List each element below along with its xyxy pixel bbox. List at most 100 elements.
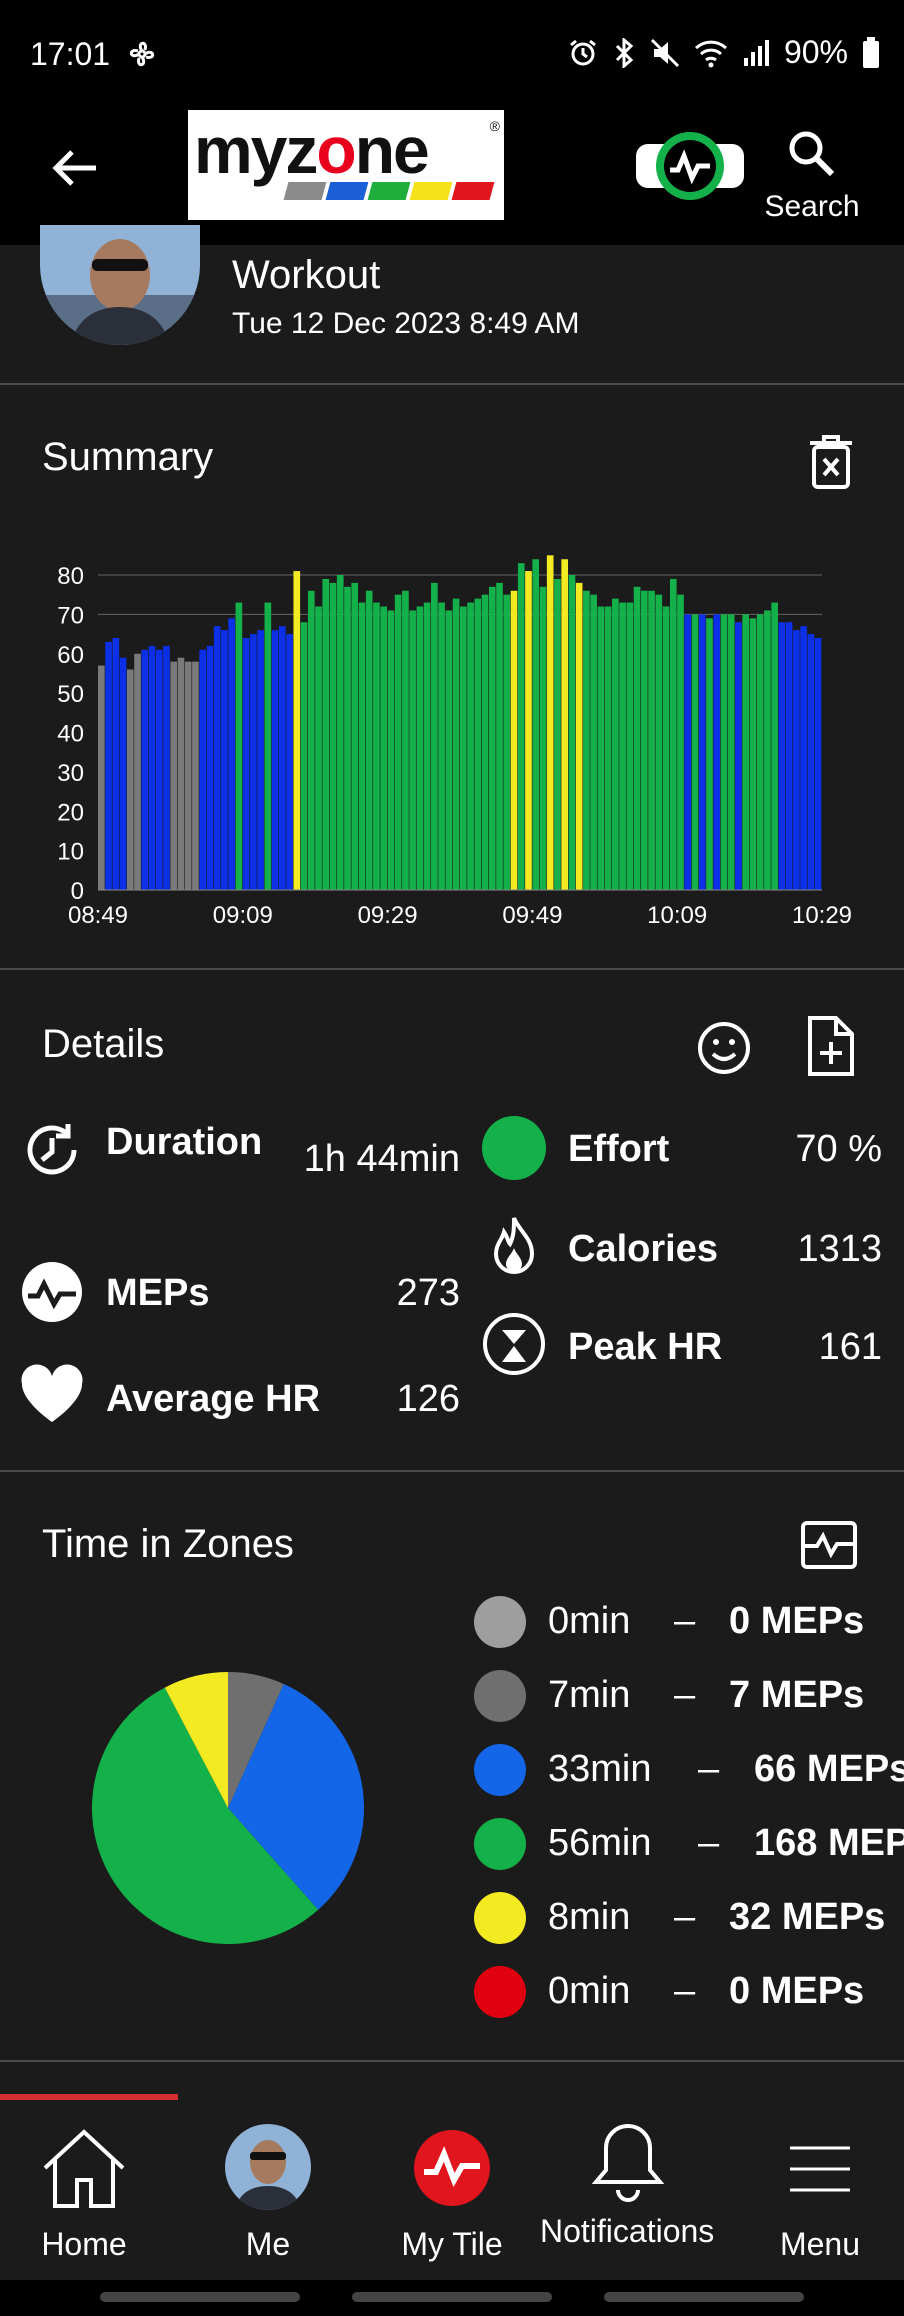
fan-icon	[129, 41, 155, 67]
details-section: Details Duration 1h 44min MEPs 273 Avera…	[0, 970, 904, 1472]
nav-pill	[352, 2292, 552, 2302]
hr-bar	[590, 594, 597, 890]
hr-bar	[691, 614, 699, 891]
hr-bar	[807, 634, 815, 890]
hr-bar	[720, 614, 728, 891]
calories-value: 1313	[797, 1228, 882, 1270]
hr-bar	[293, 571, 301, 890]
home-icon	[43, 2129, 125, 2208]
hr-bar	[641, 590, 648, 890]
user-avatar[interactable]	[40, 225, 200, 345]
zone-dot	[474, 1670, 526, 1722]
hr-bar	[662, 606, 670, 890]
stat-average-hr: Average HR 126	[20, 1364, 460, 1434]
hr-bar	[764, 610, 771, 890]
tab-me-label: Me	[245, 2226, 291, 2262]
hr-bar	[286, 634, 293, 890]
nav-pill	[100, 2292, 300, 2302]
zone-meps: 66 MEPs	[754, 1748, 904, 1790]
zone-time: 8min	[548, 1896, 631, 1938]
zone-dot	[474, 1892, 526, 1944]
smiley-icon[interactable]	[694, 1016, 754, 1080]
x-tick-label: 10:09	[647, 902, 707, 925]
zone-time: 7min	[548, 1674, 631, 1716]
hr-bar	[561, 559, 568, 890]
hamburger-menu-icon	[790, 2146, 850, 2192]
battery-icon	[863, 36, 879, 68]
zone-chart-toggle-icon[interactable]	[800, 1520, 858, 1570]
bell-icon	[591, 2123, 665, 2202]
hr-bar	[785, 622, 793, 890]
hr-bar	[510, 590, 518, 890]
hr-bar	[749, 618, 757, 890]
y-tick-label: 20	[57, 799, 84, 826]
hr-bar	[800, 626, 807, 890]
wifi-icon	[694, 40, 727, 67]
effort-value: 70 %	[795, 1128, 882, 1170]
tab-notifications[interactable]: Notifications	[540, 2120, 716, 2290]
hr-bar	[271, 630, 279, 891]
status-icons: 90%	[568, 34, 880, 71]
hr-bar	[597, 606, 605, 890]
y-tick-label: 40	[57, 721, 84, 748]
y-tick-label: 30	[57, 760, 84, 787]
tab-my-tile[interactable]: My Tile	[382, 2120, 522, 2270]
hr-bar	[438, 602, 445, 890]
avatar-photo	[40, 225, 200, 345]
tab-menu[interactable]: Menu	[750, 2120, 890, 2270]
peak-hr-icon	[483, 1313, 545, 1375]
tab-me[interactable]: Me	[198, 2120, 338, 2270]
hr-bar	[698, 614, 706, 891]
hr-bar	[221, 630, 228, 891]
stat-peak-hr: Peak HR 161	[482, 1312, 882, 1382]
tab-home[interactable]: Home	[14, 2120, 154, 2270]
hr-bar	[496, 582, 503, 891]
x-tick-label: 10:29	[792, 902, 852, 925]
zone-time: 56min	[548, 1822, 652, 1864]
hr-bar	[279, 626, 286, 890]
zone-meps: 168 MEPs	[754, 1822, 904, 1864]
workout-header: Workout Tue 12 Dec 2023 8:49 AM	[0, 225, 904, 385]
back-arrow-icon[interactable]	[48, 140, 104, 196]
hr-bar	[481, 594, 489, 890]
delete-icon[interactable]	[806, 433, 856, 489]
hr-bar	[532, 559, 540, 890]
peak-hr-value: 161	[818, 1326, 882, 1368]
tab-menu-label: Menu	[779, 2226, 861, 2262]
hr-bar	[394, 594, 402, 890]
heart-belt-icon[interactable]	[636, 126, 744, 206]
effort-dot-icon	[482, 1116, 546, 1180]
hr-bar	[250, 634, 257, 890]
hr-bar	[488, 586, 496, 890]
stat-calories: Calories 1313	[482, 1214, 882, 1284]
hr-bar	[669, 578, 677, 890]
add-note-icon[interactable]	[800, 1014, 860, 1078]
hr-bar	[568, 575, 576, 890]
y-tick-label: 10	[57, 839, 84, 866]
hr-bar	[170, 661, 178, 891]
meps-value: 273	[396, 1272, 460, 1314]
hr-bar	[119, 657, 127, 890]
hr-bar	[141, 649, 149, 890]
hr-bar	[257, 630, 264, 891]
hr-bar	[626, 602, 634, 890]
hr-bar	[713, 614, 721, 891]
hr-bar	[322, 578, 330, 890]
hr-bar	[344, 586, 351, 890]
zone-dash: –	[698, 1748, 720, 1790]
zone-dash: –	[698, 1822, 720, 1864]
mute-icon	[650, 38, 680, 67]
hr-bar	[517, 563, 525, 890]
hr-bar	[431, 582, 438, 891]
zone-row: 33min –66 MEPs	[474, 1740, 904, 1800]
hr-bar	[677, 594, 684, 890]
zone-row: 0min –0 MEPs	[474, 1962, 904, 2022]
hr-bar	[380, 606, 387, 890]
zone-time: 0min	[548, 1970, 631, 2012]
summary-section: Summary 0 10 20 30 40 50 60 70 80 08:49 09:09 09:29…	[0, 385, 904, 970]
search-button[interactable]: Search	[752, 120, 872, 230]
hr-bar	[315, 606, 322, 890]
hr-bar	[387, 610, 395, 890]
hr-bar	[126, 669, 134, 890]
hr-bar	[612, 598, 619, 891]
